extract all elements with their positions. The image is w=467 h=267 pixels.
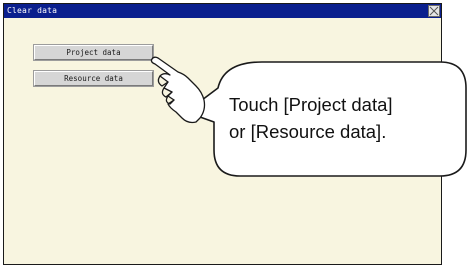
callout-line-2: or [Resource data].	[229, 121, 387, 142]
pointing-hand-icon	[150, 56, 206, 124]
callout-line-1: Touch [Project data]	[229, 94, 393, 115]
callout-text: Touch [Project data] or [Resource data].	[229, 91, 467, 145]
